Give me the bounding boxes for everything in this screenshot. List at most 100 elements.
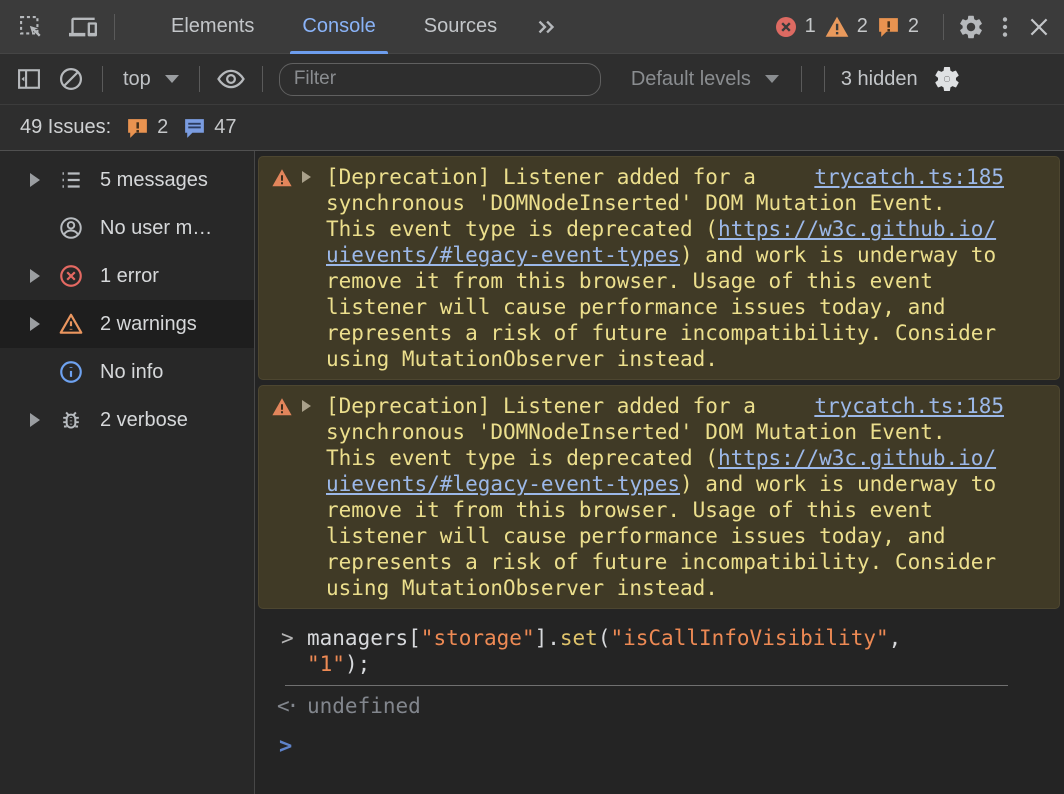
hidden-messages-count[interactable]: 3 hidden [835,68,924,91]
code-token: ); [345,652,370,676]
issues-bar-message-badge: 47 [182,115,236,140]
source-link[interactable]: trycatch.ts:185 [814,164,1004,190]
warning-count: 2 [857,15,868,38]
log-levels-label: Default levels [631,68,751,91]
bug-icon [58,407,84,433]
toolbar-separator [199,66,200,92]
issues-bar[interactable]: 49 Issues: 2 47 [0,105,1064,151]
active-tab-underline [290,51,387,54]
sidebar-item-label: No info [100,361,163,384]
sidebar-item-label: 1 error [100,265,159,288]
console-command-echo[interactable]: > managers["storage"].set("isCallInfoVis… [255,614,1064,683]
filter-input[interactable] [279,63,601,96]
status-badges: 1 2 2 [774,14,919,40]
toolbar-separator [824,66,825,92]
warning-badge[interactable]: 2 [824,14,868,40]
code-token-string: "storage" [421,626,535,650]
tabbar-separator [114,14,115,40]
tab-console-label: Console [302,15,375,38]
expander-icon[interactable] [30,269,40,283]
console-result[interactable]: <· undefined [255,686,1064,719]
issues-icon [876,14,901,39]
chevron-down-icon [165,75,179,83]
code-token: , [889,626,914,650]
tabbar-right-controls [933,10,1064,44]
issues-bar-breaking-badge: 2 [125,115,168,140]
toolbar-separator [801,66,802,92]
toolbar-separator [262,66,263,92]
tab-sources[interactable]: Sources [400,0,521,54]
error-count: 1 [805,15,816,38]
kebab-menu-icon[interactable] [988,10,1022,44]
live-expression-eye-icon[interactable] [214,62,248,96]
code-token: managers[ [307,626,421,650]
warning-icon [824,14,850,40]
warning-icon [271,396,293,418]
toolbar-separator [102,66,103,92]
devtools-tabbar: Elements Console Sources 1 [0,0,1064,54]
console-main: 5 messages No user m… [0,151,1064,794]
chevron-down-icon [765,75,779,83]
error-circle-icon [58,263,84,289]
user-icon [58,215,84,241]
warning-message-text: trycatch.ts:185 [Deprecation] Listener a… [326,164,1004,372]
inspect-element-icon[interactable] [14,10,48,44]
tab-console[interactable]: Console [278,0,399,54]
issues-badge[interactable]: 2 [876,14,919,39]
console-input-row[interactable]: > [255,719,1064,759]
console-sidebar: 5 messages No user m… [0,151,255,794]
expander-icon[interactable] [302,171,314,183]
console-warning-message[interactable]: trycatch.ts:185 [Deprecation] Listener a… [258,385,1060,609]
sidebar-toggle-icon[interactable] [12,62,46,96]
console-warning-message[interactable]: trycatch.ts:185 [Deprecation] Listener a… [258,156,1060,380]
tab-elements-label: Elements [171,15,254,38]
message-bubble-icon [182,115,207,140]
close-icon[interactable] [1022,10,1056,44]
sidebar-item-label: 2 warnings [100,313,197,336]
code-token-string: "1" [307,652,345,676]
context-selector-label: top [123,68,151,91]
sidebar-item-info[interactable]: No info [0,348,254,396]
tabbar-separator [943,14,944,40]
warning-icon [271,167,293,189]
expander-icon[interactable] [30,413,40,427]
result-value: undefined [307,693,421,719]
error-icon [774,15,798,39]
expander-icon[interactable] [30,317,40,331]
code-token-method: set [560,626,598,650]
sidebar-item-user-messages[interactable]: No user m… [0,204,254,252]
tab-sources-label: Sources [424,15,497,38]
devtools-window: Elements Console Sources 1 [0,0,1064,794]
expander-icon[interactable] [30,173,40,187]
source-link[interactable]: trycatch.ts:185 [814,393,1004,419]
issues-bar-breaking-count: 2 [157,116,168,139]
warning-message-text: trycatch.ts:185 [Deprecation] Listener a… [326,393,1004,601]
settings-gear-icon[interactable] [954,10,988,44]
sidebar-item-messages[interactable]: 5 messages [0,156,254,204]
code-token: ( [598,626,611,650]
info-circle-icon [58,359,84,385]
more-tabs-icon[interactable] [529,10,563,44]
console-settings-gear-icon[interactable] [930,62,964,96]
code-token: ]. [535,626,560,650]
command-chevron-icon: > [281,625,295,677]
error-badge[interactable]: 1 [774,15,816,39]
issues-bar-message-count: 47 [214,116,236,139]
sidebar-item-verbose[interactable]: 2 verbose [0,396,254,444]
context-selector[interactable]: top [113,68,189,91]
tab-elements[interactable]: Elements [147,0,278,54]
device-toolbar-icon[interactable] [66,10,100,44]
result-arrow-icon: <· [277,693,297,719]
sidebar-item-errors[interactable]: 1 error [0,252,254,300]
issues-count: 2 [908,15,919,38]
issues-bar-label: 49 Issues: [20,116,111,139]
code-token-string: "isCallInfoVisibility" [610,626,888,650]
sidebar-item-warnings[interactable]: 2 warnings [0,300,254,348]
expander-icon[interactable] [302,400,314,412]
clear-console-icon[interactable] [54,62,88,96]
sidebar-item-label: No user m… [100,217,212,240]
warning-triangle-icon [58,311,84,337]
console-output: trycatch.ts:185 [Deprecation] Listener a… [255,151,1064,794]
log-levels-dropdown[interactable]: Default levels [621,68,789,91]
list-icon [58,167,84,193]
